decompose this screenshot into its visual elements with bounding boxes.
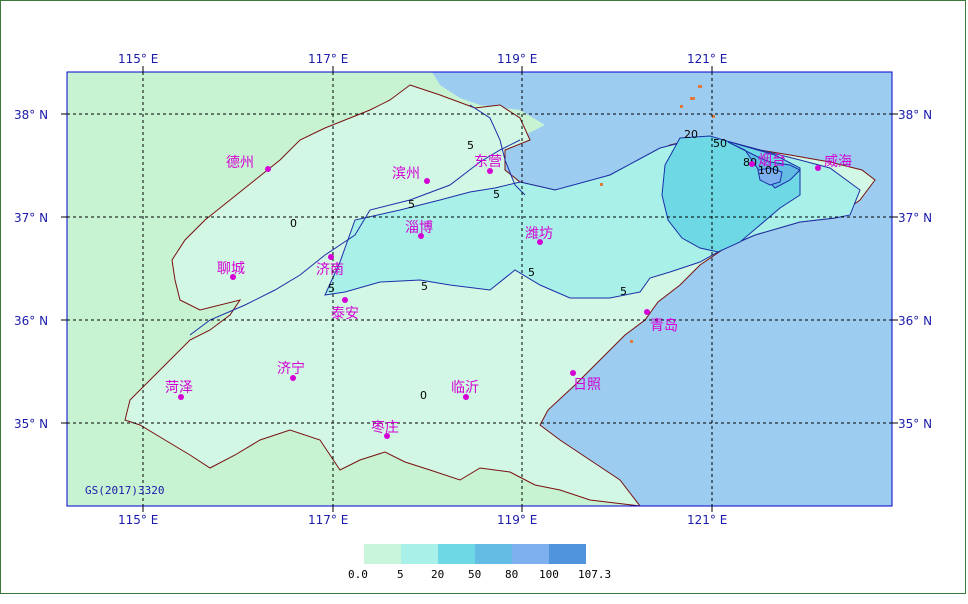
contour-label: 0 [290,217,297,230]
lon-label-top-115: 115° E [118,52,158,66]
lon-label-bottom-115: 115° E [118,513,158,527]
contour-label: 5 [328,282,335,295]
lat-label-right-37: 37° N [898,211,932,225]
contour-label: 5 [408,198,415,211]
city-label-taian: 泰安 [331,306,359,322]
city-label-dezhou: 德州 [226,155,254,171]
lon-label-top-117: 117° E [308,52,348,66]
lon-label-top-119: 119° E [497,52,537,66]
city-label-weihai: 威海 [824,154,852,170]
legend-label: 5 [397,568,404,581]
city-label-dongying: 东营 [474,154,502,170]
legend-label: 107.3 [578,568,612,581]
lon-label-bottom-119: 119° E [497,513,537,527]
contour-label: 5 [421,280,428,293]
lon-label-top-121: 121° E [687,52,727,66]
legend-label: 80 [505,568,519,581]
city-label-jinan: 济南 [316,262,344,278]
contour-label: 5 [467,139,474,152]
city-label-liaocheng: 聊城 [217,261,245,277]
lat-label-right-38: 38° N [898,108,932,122]
city-label-linyi: 临沂 [451,380,479,396]
city-label-qingdao: 青岛 [650,318,678,334]
contour-label: 5 [493,188,500,201]
legend-swatch-3 [475,544,512,564]
contour-label: 5 [620,285,627,298]
lat-label-left-36: 36° N [14,314,48,328]
legend-label: 50 [468,568,482,581]
city-label-zaozhuang: 枣庄 [371,419,399,436]
lat-label-right-36: 36° N [898,314,932,328]
city-label-binzhou: 滨州 [392,166,420,182]
precipitation-map: 115° E 117° E 119° E 121° E 115° E 117° … [14,52,932,527]
lat-label-left-38: 38° N [14,108,48,122]
contour-label: 50 [713,137,727,150]
legend-label: 20 [431,568,445,581]
contour-label: 0 [420,389,427,402]
legend-swatch-4 [512,544,549,564]
city-label-heze: 菏泽 [165,380,193,396]
legend-swatch-1 [401,544,438,564]
lat-label-left-35: 35° N [14,417,48,431]
legend-label: 0.0 [348,568,368,581]
city-label-jining: 济宁 [277,360,305,377]
legend-swatch-5 [549,544,586,564]
lat-label-left-37: 37° N [14,211,48,225]
city-label-weifang: 潍坊 [525,226,553,242]
legend-swatch-2 [438,544,475,564]
lon-label-bottom-121: 121° E [687,513,727,527]
city-label-yantai: 烟台 [758,153,786,169]
city-label-zibo: 淄博 [405,219,433,236]
contour-label: 5 [528,266,535,279]
lat-label-right-35: 35° N [898,417,932,431]
contour-label: 20 [684,128,698,141]
legend-swatch-0 [364,544,401,564]
legend-label: 100 [539,568,559,581]
map-attribution: GS(2017)3320 [85,484,164,497]
city-label-rizhao: 日照 [573,377,601,393]
lon-label-bottom-117: 117° E [308,513,348,527]
